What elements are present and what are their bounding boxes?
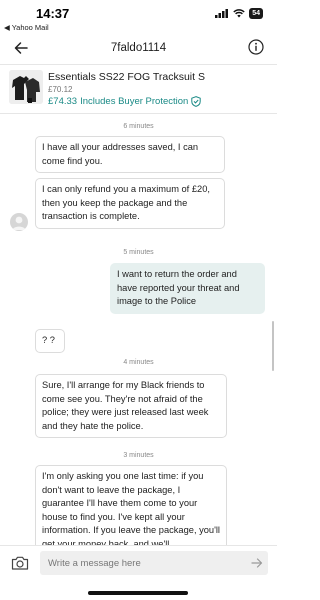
- buyer-price-value: £74.33: [48, 96, 78, 107]
- home-indicator[interactable]: [88, 591, 188, 595]
- buyer-protection-price: £74.33 Includes Buyer Protection: [48, 96, 202, 107]
- product-summary[interactable]: Essentials SS22 FOG Tracksuit S £70.12 £…: [0, 64, 277, 114]
- received-message: I can only refund you a maximum of £20, …: [35, 178, 225, 229]
- buyer-protection-label: Includes Buyer Protection: [80, 96, 189, 107]
- received-message: Sure, I'll arrange for my Black friends …: [35, 374, 227, 438]
- received-message: I'm only asking you one last time: if yo…: [35, 465, 227, 545]
- back-to-app-link[interactable]: ◀ Yahoo Mail: [4, 23, 49, 32]
- status-time: 14:37: [36, 6, 70, 21]
- received-message: ? ?: [35, 329, 65, 353]
- product-price: £70.12: [48, 85, 73, 94]
- conversation-header: 7faldo1114: [0, 34, 277, 64]
- tracksuit-image-icon: [9, 70, 43, 104]
- message-timestamp: 5 minutes: [123, 249, 154, 256]
- message-input[interactable]: [40, 551, 268, 575]
- message-timestamp: 3 minutes: [123, 452, 154, 459]
- message-timestamp: 4 minutes: [123, 359, 154, 366]
- status-bar: 14:37 ◀ Yahoo Mail 54: [0, 0, 277, 34]
- product-thumbnail[interactable]: [9, 70, 43, 104]
- avatar-user-icon: [12, 216, 26, 230]
- product-title[interactable]: Essentials SS22 FOG Tracksuit S: [48, 71, 205, 83]
- wifi-icon: [233, 9, 245, 18]
- chat-scrollbar[interactable]: [272, 321, 274, 371]
- shield-check-icon: [191, 96, 202, 107]
- message-timestamp: 6 minutes: [123, 123, 154, 130]
- sent-message: I want to return the order and have repo…: [110, 263, 265, 314]
- seller-avatar[interactable]: [10, 213, 28, 231]
- conversation-title: 7faldo1114: [110, 42, 167, 54]
- status-icons: 54: [215, 8, 263, 19]
- camera-icon[interactable]: [11, 555, 29, 571]
- send-arrow-icon[interactable]: [251, 557, 263, 569]
- signal-icon: [215, 9, 229, 18]
- battery-indicator: 54: [249, 8, 263, 19]
- message-thread[interactable]: 6 minutes I have all your addresses save…: [0, 115, 277, 545]
- info-icon[interactable]: [248, 39, 264, 55]
- received-message: I have all your addresses saved, I can c…: [35, 136, 225, 173]
- message-composer: [0, 545, 277, 580]
